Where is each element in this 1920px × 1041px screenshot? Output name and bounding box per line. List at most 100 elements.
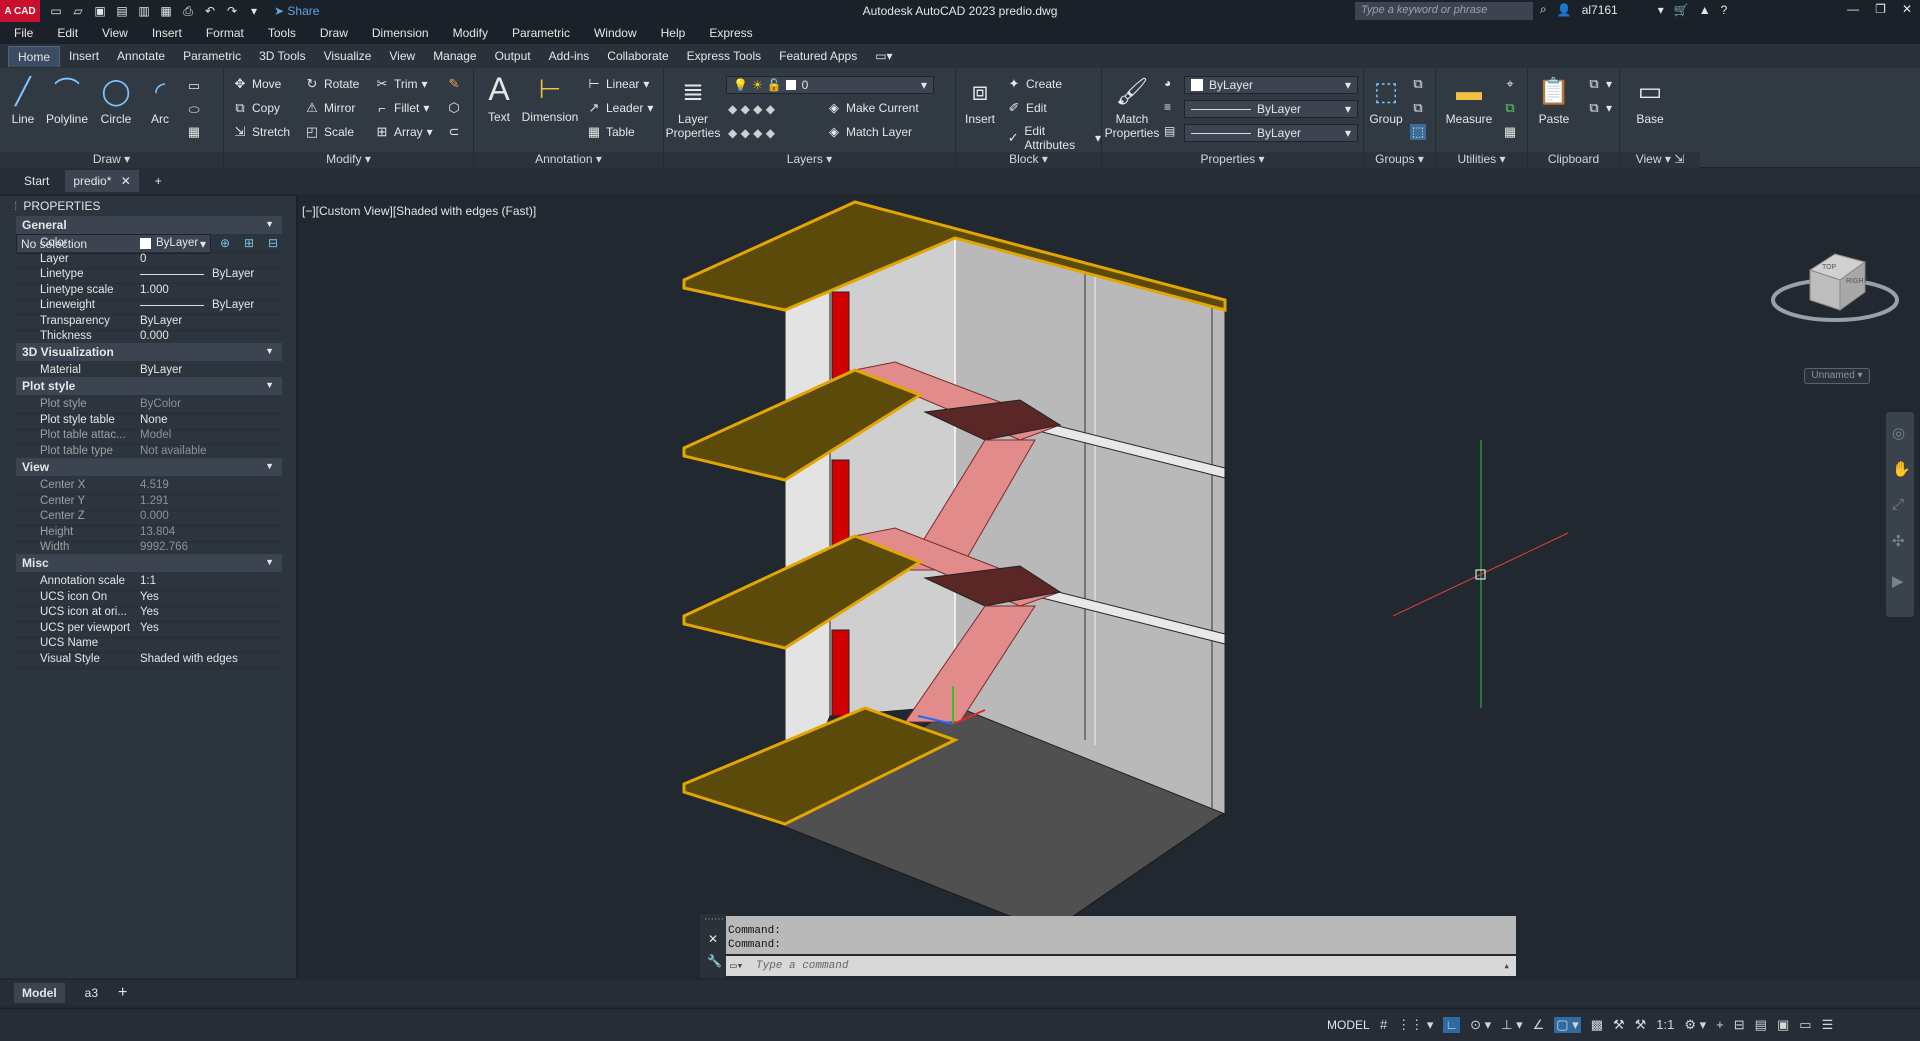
hatch-tool[interactable]: ⬭ — [186, 102, 202, 118]
polyline-tool[interactable]: ⌒ Polyline — [44, 74, 90, 126]
fillet-button[interactable]: ⌐ Fillet ▾ — [374, 100, 429, 116]
tab-collaborate[interactable]: Collaborate — [598, 46, 677, 66]
help-search-input[interactable]: Type a keyword or phrase — [1355, 2, 1533, 20]
color-wheel-icon[interactable]: ◕ — [1164, 76, 1171, 90]
command-input[interactable]: ▭▾ Type a command ▴ — [726, 956, 1516, 976]
menu-item-help[interactable]: Help — [661, 26, 686, 40]
copy-button[interactable]: ⧉ Copy — [232, 100, 280, 116]
qat-dropdown-icon[interactable]: ▾ — [246, 4, 262, 18]
auto-scale-icon[interactable]: ⚒ — [1635, 1017, 1647, 1033]
menu-item-dimension[interactable]: Dimension — [372, 26, 429, 40]
web-icon[interactable]: ▥ — [136, 4, 152, 18]
collapse-icon[interactable]: ▼ — [265, 380, 274, 390]
tab-output[interactable]: Output — [486, 46, 540, 66]
collapse-icon[interactable]: ▼ — [265, 219, 274, 229]
block-panel-title[interactable]: Block ▾ — [956, 152, 1101, 168]
open-icon[interactable]: ▱ — [70, 4, 86, 18]
linetype-icon[interactable]: ≡ — [1164, 100, 1171, 114]
layers-panel-title[interactable]: Layers ▾ — [664, 152, 955, 168]
lineweight-icon[interactable]: ▤ — [1164, 124, 1175, 138]
mobile-icon[interactable]: ▦ — [158, 4, 174, 18]
measure-tool[interactable]: ▬ Measure — [1442, 74, 1496, 126]
tab-visualize[interactable]: Visualize — [315, 46, 381, 66]
move-button[interactable]: ✥ Move — [232, 76, 282, 92]
groups-panel-title[interactable]: Groups ▾ — [1364, 152, 1435, 168]
property-row[interactable]: Visual Style Shaded with edges — [16, 650, 282, 669]
named-view-button[interactable]: Unnamed ▾ — [1804, 368, 1870, 384]
array-button[interactable]: ⊞ Array ▾ — [374, 124, 433, 140]
redo-icon[interactable]: ↷ — [224, 4, 240, 18]
stretch-button[interactable]: ⇲ Stretch — [232, 124, 290, 140]
snap-icon[interactable]: ⋮⋮ ▾ — [1397, 1017, 1433, 1033]
annotation-panel-title[interactable]: Annotation ▾ — [474, 152, 663, 168]
linear-button[interactable]: ⊢ Linear ▾ — [586, 76, 649, 92]
view-cube[interactable]: TOP RIGHT — [1770, 240, 1900, 330]
color-dropdown[interactable]: ByLayer ▾ — [1184, 76, 1358, 94]
menu-item-edit[interactable]: Edit — [57, 26, 78, 40]
edit-block-button[interactable]: ✐ Edit — [1006, 100, 1047, 116]
layer-dropdown[interactable]: 💡 ☀ 🔓 0 ▾ — [726, 76, 934, 94]
chevron-up-icon[interactable]: ▴ — [1503, 959, 1510, 973]
offset-button[interactable]: ⊂ — [446, 124, 462, 140]
menu-item-window[interactable]: Window — [594, 26, 637, 40]
object-snap-icon[interactable]: ▢ ▾ — [1554, 1017, 1581, 1033]
paste-tool[interactable]: 📋 Paste — [1534, 74, 1574, 126]
rotate-button[interactable]: ↻ Rotate — [304, 76, 360, 92]
copy-clip-button[interactable]: ⧉ ▾ — [1586, 76, 1612, 92]
calculator-button[interactable]: ▦ — [1502, 124, 1518, 140]
properties-panel-title[interactable]: Properties ▾ — [1102, 152, 1363, 168]
base-tool[interactable]: ▭ Base — [1630, 74, 1670, 126]
erase-button[interactable]: ✎ — [446, 76, 462, 92]
cut-clip-button[interactable]: ⧉ ▾ — [1586, 100, 1612, 116]
close-icon[interactable]: ✕ — [1902, 2, 1912, 16]
utilities-panel-title[interactable]: Utilities ▾ — [1436, 152, 1527, 168]
menu-item-parametric[interactable]: Parametric — [512, 26, 570, 40]
quick-properties-icon[interactable]: ▤ — [1755, 1017, 1767, 1033]
layer-tools-row-1[interactable]: ◆ ◆ ◆ ◆ — [728, 102, 775, 116]
draw-panel-title[interactable]: Draw ▾ — [0, 152, 223, 168]
menu-item-express[interactable]: Express — [709, 26, 752, 40]
pan-icon[interactable]: ✋ — [1892, 460, 1911, 478]
minimize-icon[interactable]: — — [1847, 2, 1859, 16]
plus-icon[interactable]: + — [1716, 1017, 1724, 1033]
workspace-gear-icon[interactable]: ⚙ ▾ — [1684, 1017, 1706, 1033]
plot-icon[interactable]: ⎙ — [180, 4, 196, 18]
restore-icon[interactable]: ❐ — [1875, 2, 1886, 16]
tab-view[interactable]: View — [380, 46, 424, 66]
cart-icon[interactable]: 🛒 — [1674, 3, 1689, 17]
ortho-icon[interactable]: ∟ — [1443, 1017, 1461, 1033]
leader-button[interactable]: ↗ Leader ▾ — [586, 100, 654, 116]
menu-item-format[interactable]: Format — [206, 26, 244, 40]
save-as-icon[interactable]: ▤ — [114, 4, 130, 18]
menu-item-tools[interactable]: Tools — [268, 26, 296, 40]
command-line-handle[interactable]: ⋯⋯ ✕ 🔧 — [700, 914, 726, 978]
tab-parametric[interactable]: Parametric — [174, 46, 250, 66]
explode-button[interactable]: ⬡ — [446, 100, 462, 116]
tab-3d-tools[interactable]: 3D Tools — [250, 46, 314, 66]
section-view[interactable]: View ▼ — [16, 458, 282, 476]
customization-icon[interactable]: ☰ — [1822, 1017, 1834, 1033]
user-icon[interactable]: 👤 — [1557, 3, 1572, 17]
showmotion-icon[interactable]: ▶ — [1892, 572, 1904, 590]
units-icon[interactable]: ⊟ — [1734, 1017, 1745, 1033]
new-layout-icon[interactable]: + — [118, 984, 127, 1002]
tab-manage[interactable]: Manage — [424, 46, 485, 66]
group-edit-button[interactable]: ⧉ — [1410, 100, 1426, 116]
section-general[interactable]: General ▼ — [16, 216, 282, 234]
isodraft-icon[interactable]: ⊥ ▾ — [1501, 1017, 1522, 1033]
tab-annotate[interactable]: Annotate — [108, 46, 174, 66]
lineweight-dropdown[interactable]: ByLayer ▾ — [1184, 124, 1358, 142]
building-model[interactable] — [300, 196, 1920, 978]
collapse-icon[interactable]: ▼ — [265, 557, 274, 567]
annotation-scale-button[interactable]: 1:1 — [1656, 1017, 1674, 1033]
transparency-icon[interactable]: ▩ — [1591, 1017, 1603, 1033]
dimension-tool[interactable]: ⊢ Dimension — [520, 72, 580, 124]
ribbon-minimize-icon[interactable]: ▭▾ — [866, 46, 901, 66]
group-select-button[interactable]: ⬚ — [1410, 124, 1426, 140]
collapse-icon[interactable]: ▼ — [265, 461, 274, 471]
insert-tool[interactable]: ⧈ Insert — [960, 74, 1000, 126]
undo-icon[interactable]: ↶ — [202, 4, 218, 18]
layer-properties-tool[interactable]: ≣ Layer Properties — [666, 74, 721, 140]
menu-item-insert[interactable]: Insert — [152, 26, 182, 40]
layer-tools-row-2[interactable]: ◆ ◆ ◆ ◆ — [728, 126, 775, 140]
